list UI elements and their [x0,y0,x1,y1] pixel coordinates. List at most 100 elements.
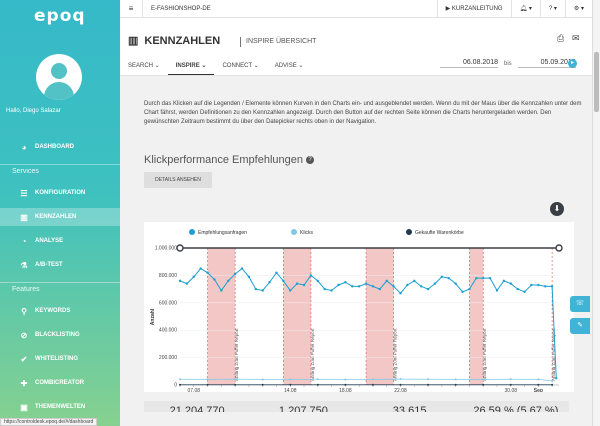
data-point[interactable] [364,282,368,285]
data-point[interactable] [316,279,320,283]
legend-label[interactable]: Gekaufte Warenkörbe [415,230,464,236]
sidebar-item-themenwelten[interactable]: ▣ Themenwelten [0,398,120,416]
data-point[interactable] [537,283,540,287]
data-point[interactable] [178,279,182,283]
data-point[interactable] [254,287,257,291]
data-point[interactable] [550,285,554,288]
data-point[interactable] [371,285,375,288]
threshold-handle-right[interactable] [555,244,563,252]
guide-button[interactable]: ▶ KURZANLEITUNG [436,0,511,18]
data-point[interactable] [447,276,450,280]
data-point[interactable] [392,285,395,288]
data-point[interactable] [555,376,558,380]
comment-icon[interactable]: ✎ [570,318,590,334]
data-point[interactable] [516,287,519,291]
data-point[interactable] [488,276,492,280]
data-point[interactable] [220,289,223,292]
data-point[interactable] [523,290,526,294]
data-point[interactable] [433,282,437,285]
data-point[interactable] [440,275,444,278]
help-icon[interactable]: ? [305,156,314,165]
data-point[interactable] [289,289,292,292]
data-point[interactable] [234,378,237,381]
data-point[interactable] [344,383,347,386]
data-point[interactable] [399,292,402,295]
help-button[interactable]: ? ▾ [539,0,565,18]
data-point[interactable] [475,276,478,280]
data-point[interactable] [419,285,423,288]
data-point[interactable] [357,285,361,288]
data-point[interactable] [192,275,195,278]
data-point[interactable] [295,282,299,285]
data-point[interactable] [199,267,202,270]
data-point[interactable] [247,275,251,278]
data-point[interactable] [179,378,181,381]
data-point[interactable] [371,378,374,381]
print-icon[interactable]: ⎙ [557,33,564,44]
data-point[interactable] [427,378,430,381]
data-point[interactable] [261,289,264,292]
data-point[interactable] [344,378,347,381]
data-point[interactable] [330,289,333,292]
data-point[interactable] [316,378,319,381]
data-point[interactable] [206,271,209,274]
threshold-handle-left[interactable] [176,244,184,252]
data-point[interactable] [371,383,374,386]
scrollbar-thumb[interactable] [594,52,599,112]
data-point[interactable] [275,271,278,274]
download-icon[interactable]: ⬇ [550,202,564,216]
chat-icon[interactable]: ☏ [570,296,590,312]
mail-icon[interactable]: ✉ [572,33,580,44]
data-point[interactable] [385,279,388,283]
data-point[interactable] [454,282,457,285]
data-point[interactable] [185,282,189,285]
sidebar-item-blacklisting[interactable]: ⊘ Blacklisting [0,326,120,344]
details-button[interactable]: DETAILS ANSEHEN [144,172,212,188]
data-point[interactable] [240,267,244,270]
date-from-input[interactable]: 06.08.2018 [440,59,498,68]
data-point[interactable] [213,278,216,281]
data-point[interactable] [495,289,499,292]
avatar[interactable] [36,54,82,100]
apply-date-icon[interactable]: ▸ [568,59,577,68]
data-point[interactable] [482,276,485,280]
data-point[interactable] [454,383,457,386]
data-point[interactable] [530,283,533,287]
data-point[interactable] [461,290,464,294]
data-point[interactable] [206,383,209,386]
data-point[interactable] [316,383,319,386]
data-point[interactable] [551,383,554,386]
logo[interactable]: epoq [34,6,86,26]
legend-label[interactable]: Empfehlungsanfragen [198,230,247,236]
data-point[interactable] [206,378,209,381]
data-point[interactable] [234,383,237,386]
tab-search[interactable]: SEARCH ⌄ [120,58,168,76]
data-point[interactable] [309,274,313,277]
tab-connect[interactable]: CONNECT ⌄ [214,58,266,76]
data-point[interactable] [282,279,285,283]
data-point[interactable] [261,383,264,386]
data-point[interactable] [406,283,409,287]
legend-label[interactable]: Klicks [300,230,314,236]
data-point[interactable] [454,378,457,381]
data-point[interactable] [227,279,230,283]
date-to-input[interactable]: 05.09.2018 [517,59,576,68]
notifications-button[interactable]: 🔔︎ ▾ [510,0,540,18]
legend-marker[interactable] [189,229,195,235]
data-point[interactable] [482,383,485,386]
data-point[interactable] [261,378,264,381]
sidebar-item-whitelisting[interactable]: ✔ Whitelisting [0,350,120,368]
settings-button[interactable]: ⚙ ▾ [564,0,592,18]
sidebar-item-konfiguration[interactable]: ☰ Konfiguration [0,184,120,202]
sidebar-item-analyse[interactable]: ◔ Analyse [0,232,120,250]
data-point[interactable] [509,383,512,386]
data-point[interactable] [537,378,540,381]
data-point[interactable] [399,383,402,386]
sidebar-item-dashboard[interactable]: ◕ Dashboard [0,138,120,156]
data-point[interactable] [509,378,512,381]
page-scrollbar[interactable] [592,0,600,426]
data-point[interactable] [179,383,181,386]
sidebar-item-kennzahlen[interactable]: ▥ Kennzahlen [0,208,120,226]
data-point[interactable] [289,383,292,386]
data-point[interactable] [426,287,430,291]
